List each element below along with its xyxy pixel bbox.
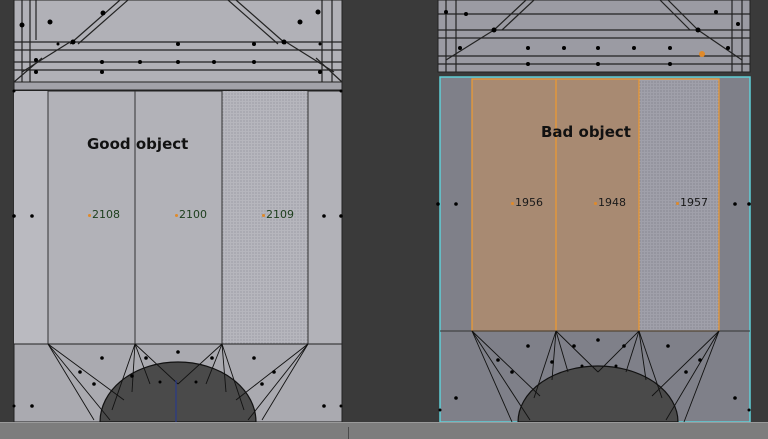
- status-bar: [0, 422, 768, 439]
- face-index-label: 1948: [594, 196, 626, 209]
- bad-object-label: Bad object: [541, 123, 631, 141]
- face-index-label: 2100: [175, 208, 207, 221]
- bad-object-mesh[interactable]: [436, 0, 751, 423]
- face-index-label: 1957: [676, 196, 708, 209]
- active-vertex[interactable]: [699, 51, 705, 57]
- status-bar-divider: [348, 427, 349, 439]
- face-index-label: 2109: [262, 208, 294, 221]
- face-index-label: 2108: [88, 208, 120, 221]
- face-index-label: 1956: [511, 196, 543, 209]
- good-object-label: Good object: [87, 135, 189, 153]
